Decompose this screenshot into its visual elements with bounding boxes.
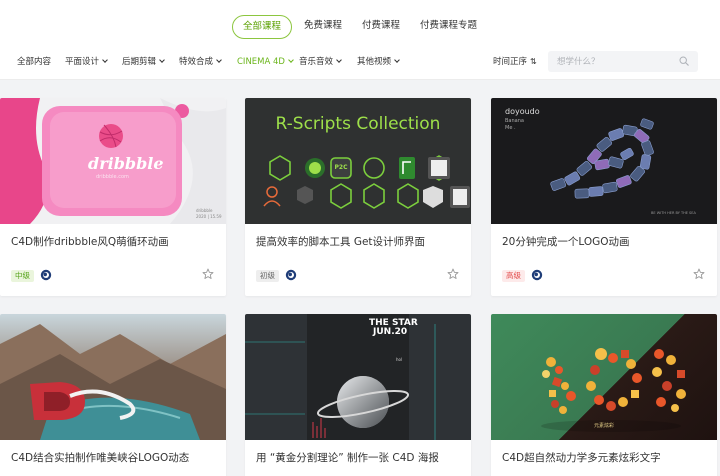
thumbnail-corner-label: dribbble xyxy=(196,208,213,213)
chevron-down-icon xyxy=(102,57,108,63)
poster-date: JUN.20 xyxy=(373,327,408,337)
thumbnail-caption: 元素炫彩 xyxy=(594,423,615,429)
course-title[interactable]: C4D超自然动力学多元素炫彩文字 xyxy=(502,450,661,465)
course-thumbnail[interactable]: dribbble dribbble.com dribbble 2020 | 15… xyxy=(0,98,226,224)
tab-free-courses[interactable]: 免费课程 xyxy=(304,15,342,39)
sort-by-time-button[interactable]: 时间正序 ⇅ xyxy=(493,56,537,68)
course-card[interactable]: R-Scripts Collection P2C 提高效率的脚本工具 Get设计… xyxy=(245,98,471,296)
filter-label: 特效合成 xyxy=(179,57,214,67)
thumbnail-subtitle: dribbble.com xyxy=(96,174,129,180)
tab-all-courses[interactable]: 全部课程 xyxy=(232,15,293,39)
chevron-down-icon xyxy=(394,57,400,63)
canyon-logo-illustration xyxy=(0,324,226,440)
course-title[interactable]: 提高效率的脚本工具 Get设计师界面 xyxy=(256,234,425,249)
cinema4d-icon xyxy=(40,269,52,281)
sort-label: 时间正序 xyxy=(493,57,528,67)
planet-poster-illustration xyxy=(245,314,436,440)
tab-paid-courses[interactable]: 付费课程 xyxy=(362,15,400,39)
thumbnail-corner-date: 2020 | 15.59 xyxy=(196,214,222,219)
course-title[interactable]: 20分钟完成一个LOGO动画 xyxy=(502,234,630,249)
favorite-star-icon[interactable] xyxy=(693,268,705,280)
filter-all-content[interactable]: 全部内容 xyxy=(17,56,51,68)
script-icons-grid xyxy=(263,155,470,209)
poster-caption: hol xyxy=(396,357,403,362)
banana-chain-illustration xyxy=(550,118,654,199)
filter-graphic-design[interactable]: 平面设计 xyxy=(65,56,108,68)
search-input[interactable] xyxy=(557,54,677,69)
level-badge: 高级 xyxy=(502,270,525,282)
cinema4d-icon xyxy=(531,269,543,281)
filter-vfx-compositing[interactable]: 特效合成 xyxy=(179,56,222,68)
chevron-down-icon xyxy=(159,57,165,63)
thumbnail-caption: BE WITH HER BY THE SEA xyxy=(651,211,696,215)
tab-paid-topics[interactable]: 付费课程专题 xyxy=(420,15,477,39)
course-card[interactable]: 元素炫彩 C4D超自然动力学多元素炫彩文字 xyxy=(491,314,717,476)
filter-label: CINEMA 4D xyxy=(237,57,285,67)
filter-cinema-4d[interactable]: CINEMA 4D xyxy=(237,56,294,68)
course-card[interactable]: dribbble dribbble.com dribbble 2020 | 15… xyxy=(0,98,226,296)
filter-other-video[interactable]: 其他视频 xyxy=(357,56,400,68)
p2c-icon-label: P2C xyxy=(334,164,348,171)
favorite-star-icon[interactable] xyxy=(447,268,459,280)
favorite-star-icon[interactable] xyxy=(202,268,214,280)
chevron-down-icon xyxy=(288,57,294,63)
course-card[interactable]: doyoudo Banana Me . BE WITH HER BY THE S… xyxy=(491,98,717,296)
thumbnail-title: dribbble xyxy=(88,154,164,173)
filter-label: 音乐音效 xyxy=(299,57,334,67)
level-badge: 中级 xyxy=(11,270,34,282)
course-title[interactable]: 用 “黄金分割理论” 制作一张 C4D 海报 xyxy=(256,450,439,465)
course-thumbnail[interactable]: 元素炫彩 xyxy=(491,314,717,440)
filter-video-editing[interactable]: 后期剪辑 xyxy=(122,56,165,68)
search-icon[interactable] xyxy=(679,56,689,66)
filter-label: 其他视频 xyxy=(357,57,392,67)
filter-label: 后期剪辑 xyxy=(122,57,157,67)
level-badge: 初级 xyxy=(256,270,279,282)
chevron-down-icon xyxy=(336,57,342,63)
course-thumbnail[interactable]: R-Scripts Collection P2C xyxy=(245,98,471,224)
course-title[interactable]: C4D制作dribbble风Q萌循环动画 xyxy=(11,234,169,249)
course-thumbnail[interactable]: THE STAR JUN.20 hol xyxy=(245,314,471,440)
course-filter-bar: 全部课程 免费课程 付费课程 付费课程专题 全部内容 平面设计 后期剪辑 特效合… xyxy=(0,0,720,80)
course-title[interactable]: C4D结合实拍制作唯美峡谷LOGO动态 xyxy=(11,450,189,465)
search-box xyxy=(548,51,698,72)
course-thumbnail[interactable]: doyoudo Banana Me . BE WITH HER BY THE S… xyxy=(491,98,717,224)
filter-music-sfx[interactable]: 音乐音效 xyxy=(299,56,342,68)
course-card[interactable]: C4D结合实拍制作唯美峡谷LOGO动态 xyxy=(0,314,226,476)
sort-arrows-icon: ⇅ xyxy=(530,57,537,66)
filter-label: 平面设计 xyxy=(65,57,100,67)
course-thumbnail[interactable] xyxy=(0,314,226,440)
course-card[interactable]: THE STAR JUN.20 hol 用 “黄金分割理论” 制作一张 C4D … xyxy=(245,314,471,476)
course-type-tabs: 全部课程 免费课程 付费课程 付费课程专题 xyxy=(0,15,720,39)
cinema4d-icon xyxy=(285,269,297,281)
chevron-down-icon xyxy=(216,57,222,63)
